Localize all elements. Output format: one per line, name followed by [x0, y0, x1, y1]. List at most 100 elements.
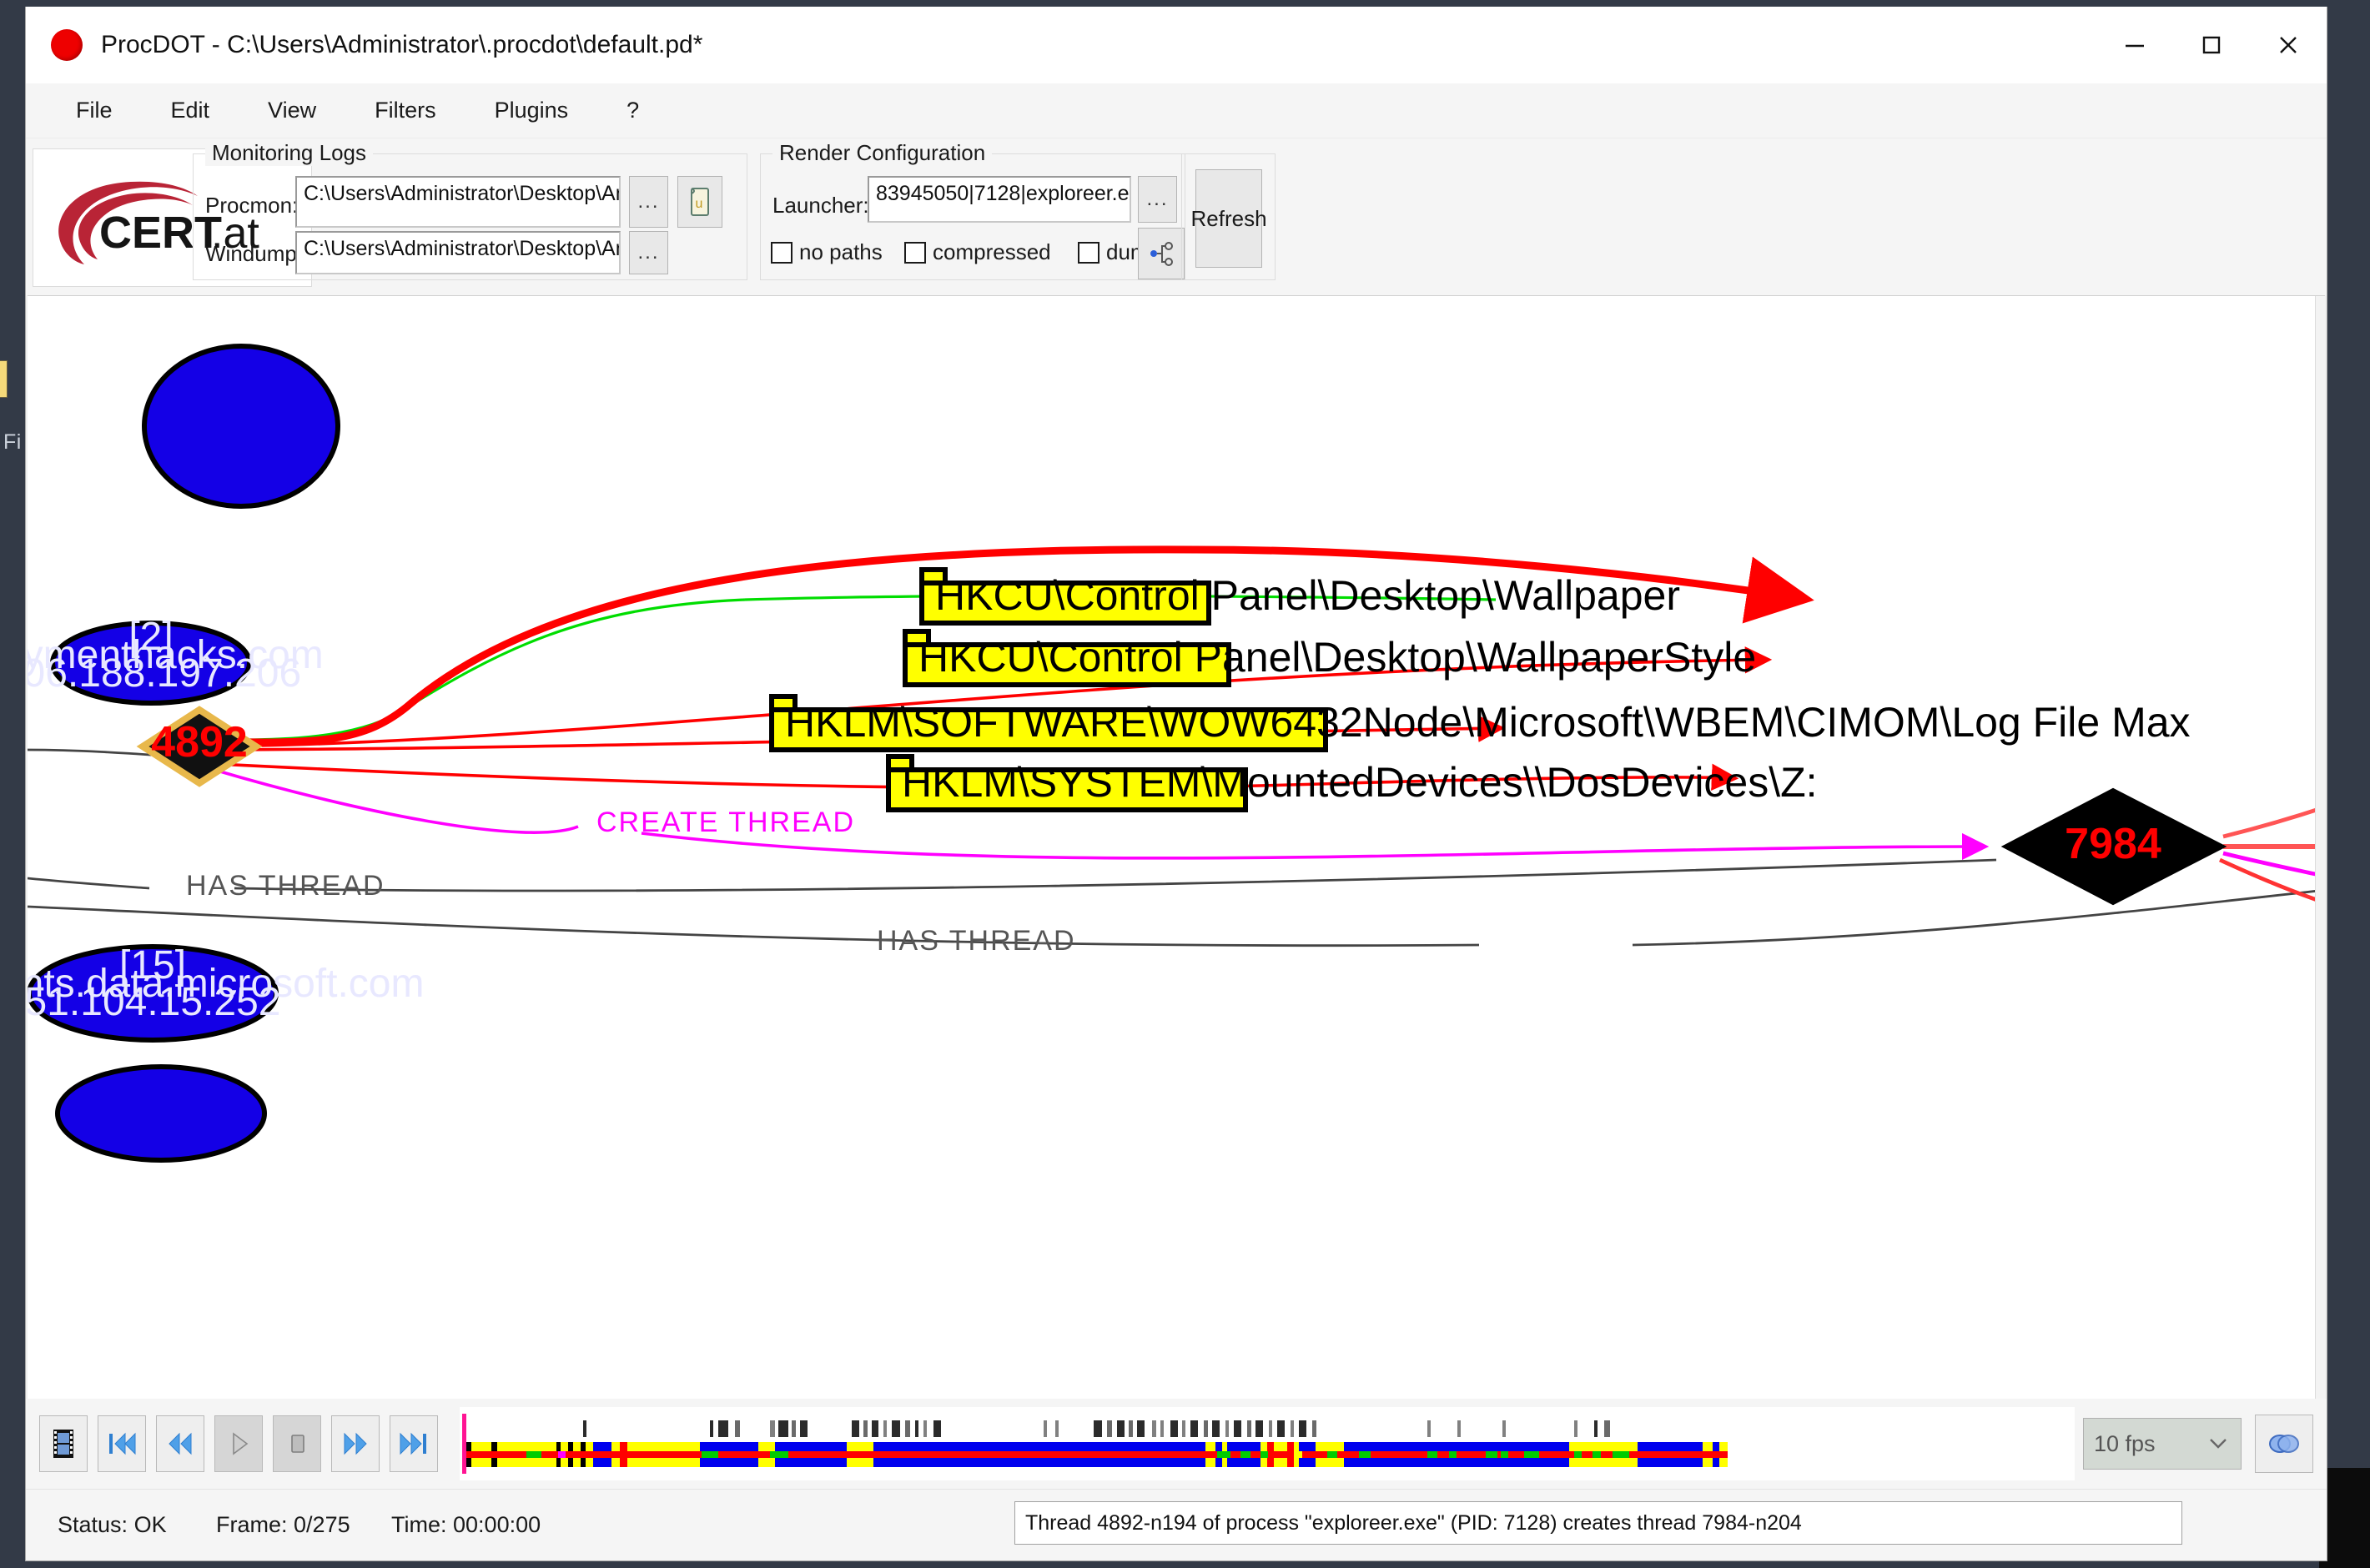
edge-label-has-thread-1: HAS THREAD	[186, 870, 385, 902]
procmon-import-button[interactable]: u	[677, 176, 722, 228]
record-dot-icon	[51, 29, 83, 61]
graph-node-reg-wbem[interactable]: HKLM\SOFTWARE\WOW6432Node\Microsoft\WBEM…	[772, 696, 2191, 750]
maximize-button[interactable]	[2173, 7, 2250, 83]
graph-node-reg-mounteddevices[interactable]: HKLM\SYSTEM\MountedDevices\\DosDevices\Z…	[888, 756, 1818, 810]
player-stop-button[interactable]	[273, 1415, 321, 1472]
checkbox-compressed[interactable]: compressed	[904, 239, 1051, 265]
menu-plugins[interactable]: Plugins	[490, 94, 574, 127]
checkbox-no-paths-box[interactable]	[771, 242, 793, 264]
checkbox-no-paths[interactable]: no paths	[771, 239, 883, 265]
graph-edge-labels: CREATE THREAD HAS THREAD HAS THREAD	[186, 807, 1076, 957]
player-play-button[interactable]	[214, 1415, 263, 1472]
graph-node-thread-7984[interactable]: 7984	[2005, 790, 2223, 903]
status-field: Status: OK	[58, 1512, 216, 1538]
checkbox-dumb-box[interactable]	[1078, 242, 1099, 264]
timeline-event-ticks	[583, 1420, 1610, 1437]
procmon-browse-button[interactable]: ...	[629, 176, 668, 228]
thread-4892-label: 4892	[151, 718, 248, 766]
player-bar: 10 fps	[26, 1399, 2327, 1489]
render-configuration-title: Render Configuration	[772, 140, 992, 166]
time-value: 00:00:00	[453, 1512, 541, 1537]
status-bar: Status: OK Frame: 0/275 Time: 00:00:00 T…	[26, 1489, 2327, 1560]
net-paymenthacks-ip: 206.188.197.206	[28, 651, 301, 696]
refresh-group: Refresh	[1181, 153, 1276, 280]
thread-7984-label: 7984	[2065, 820, 2161, 868]
player-forward-button[interactable]	[331, 1415, 380, 1472]
graph-vertical-scrollbar[interactable]	[2315, 296, 2325, 1399]
frame-value: 0/275	[294, 1512, 350, 1537]
checkbox-compressed-box[interactable]	[904, 242, 926, 264]
refresh-button[interactable]: Refresh	[1195, 169, 1262, 268]
menu-edit[interactable]: Edit	[166, 94, 215, 127]
timeline-playhead[interactable]	[462, 1414, 466, 1474]
reg-wallpaper-label: HKCU\Control Panel\Desktop\Wallpaper	[935, 572, 1680, 619]
procdot-main-window: ProcDOT - C:\Users\Administrator\.procdo…	[25, 7, 2327, 1561]
menu-bar: File Edit View Filters Plugins ?	[26, 83, 2327, 138]
graph-node-reg-wallpaperstyle[interactable]: HKCU\Control Panel\Desktop\WallpaperStyl…	[905, 631, 1756, 685]
edge-has-thread-2b	[1633, 890, 2325, 945]
menu-view[interactable]: View	[263, 94, 321, 127]
checkbox-compressed-label: compressed	[933, 239, 1051, 265]
background-taskbar-label: Fi	[3, 430, 22, 455]
graph-node-reg-wallpaper[interactable]: HKCU\Control Panel\Desktop\Wallpaper	[922, 570, 1680, 623]
filmstrip-icon	[49, 1427, 78, 1460]
chevron-down-icon	[2207, 1435, 2229, 1452]
menu-help[interactable]: ?	[621, 94, 644, 127]
skip-end-icon	[397, 1430, 430, 1458]
monitoring-logs-title: Monitoring Logs	[205, 140, 373, 166]
toolbar-panel: CERT .at Monitoring Logs Procmon: C:\Use…	[26, 138, 2327, 295]
fps-select[interactable]: 10 fps	[2083, 1418, 2242, 1470]
fps-value: 10 fps	[2094, 1431, 2156, 1457]
window-controls	[2096, 7, 2327, 83]
menu-file[interactable]: File	[71, 94, 118, 127]
loop-icon	[2267, 1431, 2301, 1456]
skip-start-icon	[106, 1430, 138, 1458]
graph-canvas[interactable]: CREATE THREAD HAS THREAD HAS THREAD HKCU…	[28, 295, 2325, 1399]
graph-node-partial-bottom[interactable]	[58, 1067, 264, 1160]
timeline-svg[interactable]	[460, 1407, 1736, 1480]
render-configuration-group: Render Configuration Launcher: 83945050|…	[760, 153, 1185, 280]
player-last-button[interactable]	[390, 1415, 438, 1472]
menu-filters[interactable]: Filters	[370, 94, 441, 127]
graph-svg[interactable]: CREATE THREAD HAS THREAD HAS THREAD HKCU…	[28, 296, 2325, 1280]
window-title: ProcDOT - C:\Users\Administrator\.procdo…	[101, 31, 702, 59]
graph-node-thread-4892[interactable]: 4892	[143, 710, 256, 783]
graph-node-partial-top[interactable]	[144, 346, 338, 506]
timeline-strip[interactable]	[460, 1407, 2075, 1480]
rewind-icon	[164, 1430, 196, 1458]
windump-path-input[interactable]: C:\Users\Administrator\Desktop\Analysis …	[295, 231, 621, 274]
time-field: Time: 00:00:00	[391, 1512, 591, 1538]
graph-node-net-paymenthacks[interactable]: [2] paymenthacks.com 206.188.197.206	[28, 615, 324, 703]
edge-label-create-thread: CREATE THREAD	[596, 807, 855, 838]
launcher-input[interactable]: 83945050|7128|exploreer.exe	[868, 176, 1131, 223]
procmon-label: Procmon:	[205, 193, 298, 219]
monitoring-logs-group: Monitoring Logs Procmon: C:\Users\Admini…	[193, 153, 747, 280]
frame-field: Frame: 0/275	[216, 1512, 391, 1538]
launcher-label: Launcher:	[772, 193, 869, 219]
edge-has-thread-1b	[234, 860, 1996, 891]
scroll-icon: u	[687, 186, 712, 218]
procmon-path-input[interactable]: C:\Users\Administrator\Desktop\Analysis …	[295, 176, 621, 228]
windump-browse-button[interactable]: ...	[629, 231, 668, 274]
time-label: Time:	[391, 1512, 447, 1537]
reg-wallpaperstyle-label: HKCU\Control Panel\Desktop\WallpaperStyl…	[918, 634, 1756, 681]
player-rewind-button[interactable]	[156, 1415, 204, 1472]
graph-options-button[interactable]	[1138, 228, 1185, 279]
status-value: OK	[134, 1512, 167, 1537]
player-first-button[interactable]	[98, 1415, 146, 1472]
minimize-button[interactable]	[2096, 7, 2173, 83]
graph-node-net-events-microsoft[interactable]: [15] v20.events.data.microsoft.com 51.10…	[28, 943, 424, 1040]
play-icon	[226, 1430, 251, 1458]
background-window-fragment[interactable]	[0, 360, 8, 398]
frame-label: Frame:	[216, 1512, 288, 1537]
player-frames-button[interactable]	[39, 1415, 88, 1472]
status-message-box: Thread 4892-n194 of process "exploreer.e…	[1014, 1501, 2182, 1545]
title-bar: ProcDOT - C:\Users\Administrator\.procdo…	[26, 7, 2327, 83]
loop-button[interactable]	[2255, 1415, 2313, 1473]
launcher-browse-button[interactable]: ...	[1138, 176, 1177, 223]
close-button[interactable]	[2250, 7, 2327, 83]
stop-icon	[284, 1430, 309, 1458]
svg-text:u: u	[696, 197, 705, 211]
reg-wbem-label: HKLM\SOFTWARE\WOW6432Node\Microsoft\WBEM…	[785, 699, 2191, 746]
checkbox-no-paths-label: no paths	[799, 239, 883, 265]
